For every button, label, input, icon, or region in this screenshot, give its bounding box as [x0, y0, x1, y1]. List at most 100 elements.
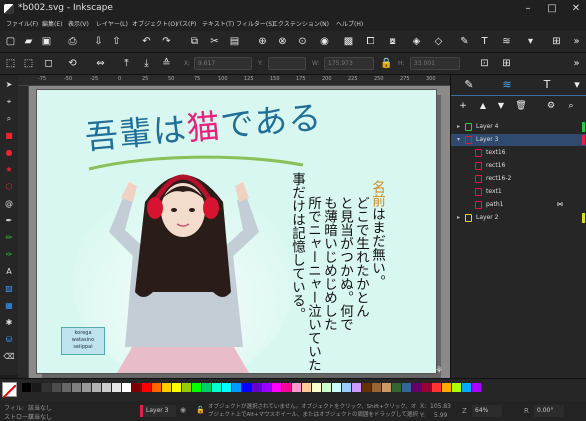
color-swatch[interactable]: [362, 383, 371, 392]
layer-row-layer2[interactable]: ▸ Layer 2: [451, 212, 586, 224]
color-swatch[interactable]: [72, 383, 81, 392]
color-swatch[interactable]: [412, 383, 421, 392]
badge-box[interactable]: korega watasino seiippai: [61, 327, 105, 355]
color-swatch[interactable]: [272, 383, 281, 392]
calligraphy-tool-icon[interactable]: ✑: [3, 249, 15, 261]
align-icon[interactable]: ⊞: [550, 35, 563, 48]
color-swatch[interactable]: [92, 383, 101, 392]
close-button[interactable]: ✕: [570, 3, 582, 15]
color-swatch[interactable]: [42, 383, 51, 392]
snap-icon[interactable]: ⊞: [500, 57, 513, 70]
menu-extensions[interactable]: エクステンション(N): [272, 19, 329, 28]
unit-lock-icon[interactable]: ⊡: [478, 57, 491, 70]
text-column-1[interactable]: 名前はまだ無い。: [369, 180, 385, 288]
color-swatch[interactable]: [102, 383, 111, 392]
color-swatch[interactable]: [332, 383, 341, 392]
add-layer-icon[interactable]: +: [455, 99, 471, 113]
color-swatch[interactable]: [62, 383, 71, 392]
h-field[interactable]: 33.001: [410, 57, 460, 70]
export-icon[interactable]: ⇧: [110, 35, 123, 48]
dock-menu-icon[interactable]: ▾: [569, 78, 585, 92]
cut-icon[interactable]: ✂: [208, 35, 221, 48]
menu-layer[interactable]: レイヤー(L): [96, 19, 128, 28]
delete-layer-icon[interactable]: 🗑: [513, 99, 529, 113]
text-column-4[interactable]: も薄暗いじめじめした: [321, 196, 337, 331]
color-swatch[interactable]: [432, 383, 441, 392]
color-swatch[interactable]: [122, 383, 131, 392]
color-swatch[interactable]: [462, 383, 471, 392]
selector-tool-icon[interactable]: ➤: [3, 79, 15, 91]
menu-view[interactable]: 表示(V): [68, 19, 89, 28]
gradient-tool-icon[interactable]: ▧: [3, 283, 15, 295]
color-swatch[interactable]: [222, 383, 231, 392]
paste-icon[interactable]: ▤: [228, 35, 241, 48]
open-icon[interactable]: ▰: [22, 35, 35, 48]
node-tool-icon[interactable]: ⌖: [3, 96, 15, 108]
y-field[interactable]: [268, 57, 306, 70]
flip-icon[interactable]: ⇔: [94, 57, 107, 70]
color-swatch[interactable]: [52, 383, 61, 392]
color-swatch[interactable]: [132, 383, 141, 392]
color-swatch[interactable]: [162, 383, 171, 392]
text-column-3[interactable]: と見当がつかぬ。何で: [337, 196, 353, 331]
minimize-button[interactable]: –: [522, 3, 534, 15]
color-swatch[interactable]: [22, 383, 31, 392]
color-swatch[interactable]: [372, 383, 381, 392]
settings-icon[interactable]: ⚙: [543, 99, 559, 113]
color-swatch[interactable]: [442, 383, 451, 392]
color-swatch[interactable]: [312, 383, 321, 392]
display-mode-icon[interactable]: ⚘: [435, 366, 443, 376]
collapse-arrow-icon[interactable]: ▾: [457, 134, 460, 146]
import-icon[interactable]: ⇩: [92, 35, 105, 48]
no-paint-swatch[interactable]: [2, 382, 17, 399]
clone-icon[interactable]: ⧠: [364, 35, 377, 48]
color-swatch[interactable]: [232, 383, 241, 392]
layer-row-layer3[interactable]: ▾ Layer 3: [451, 134, 586, 146]
object-row-rect16[interactable]: rect16: [451, 160, 586, 172]
menu-path[interactable]: パス(P): [176, 19, 196, 28]
menu-edit[interactable]: 編集(E): [42, 19, 62, 28]
visibility-icon[interactable]: ◉: [180, 406, 186, 414]
vertical-ruler[interactable]: [18, 86, 29, 378]
copy-icon[interactable]: ⧉: [188, 35, 201, 48]
zoom-width-icon[interactable]: ◉: [318, 35, 331, 48]
drawing-canvas[interactable]: 吾輩は猫である 名前はまだ無い。 どこで生れたかとん と見当がつかぬ。何で も薄…: [29, 86, 450, 378]
color-swatch[interactable]: [242, 383, 251, 392]
deselect-icon[interactable]: ◻: [42, 57, 55, 70]
color-swatch[interactable]: [142, 383, 151, 392]
lock-icon[interactable]: 🔓: [196, 406, 205, 414]
girl-photo[interactable]: [73, 142, 293, 373]
horizontal-ruler[interactable]: -75 -50 -25 0 25 50 75 100 125 150 175 2…: [18, 75, 450, 86]
bucket-tool-icon[interactable]: ⛁: [3, 334, 15, 346]
menu-filters[interactable]: フィルター(S): [236, 19, 274, 28]
color-swatch[interactable]: [402, 383, 411, 392]
current-layer-selector[interactable]: Layer 3: [140, 405, 176, 417]
layer-row-layer4[interactable]: ▸ Layer 4: [451, 121, 586, 133]
w-field[interactable]: 175.973: [324, 57, 374, 70]
dropper-tool-icon[interactable]: ✱: [3, 317, 15, 329]
3dbox-tool-icon[interactable]: ⬡: [3, 181, 15, 193]
select-all-icon[interactable]: ⬚: [4, 57, 17, 70]
color-swatch[interactable]: [202, 383, 211, 392]
zoom-tool-icon[interactable]: ⌕: [3, 113, 15, 125]
unlink-icon[interactable]: ⧇: [386, 35, 399, 48]
zoom-drawing-icon[interactable]: ⊗: [276, 35, 289, 48]
zoom-field[interactable]: 64%: [472, 405, 502, 417]
object-row-text16[interactable]: text16: [451, 147, 586, 159]
lower-layer-icon[interactable]: ▼: [493, 99, 509, 113]
color-swatch[interactable]: [392, 383, 401, 392]
color-swatch[interactable]: [282, 383, 291, 392]
color-swatch[interactable]: [472, 383, 481, 392]
layers-icon[interactable]: ≋: [500, 35, 513, 48]
color-swatch[interactable]: [352, 383, 361, 392]
menu-object[interactable]: オブジェクト(O): [132, 19, 177, 28]
duplicate-icon[interactable]: ▩: [342, 35, 355, 48]
color-swatch[interactable]: [322, 383, 331, 392]
select-same-icon[interactable]: ⬚: [22, 57, 35, 70]
pencil-tool-icon[interactable]: ✏: [3, 232, 15, 244]
color-swatch[interactable]: [172, 383, 181, 392]
maximize-button[interactable]: □: [546, 3, 558, 15]
color-swatch[interactable]: [192, 383, 201, 392]
color-swatch[interactable]: [452, 383, 461, 392]
color-swatch[interactable]: [182, 383, 191, 392]
